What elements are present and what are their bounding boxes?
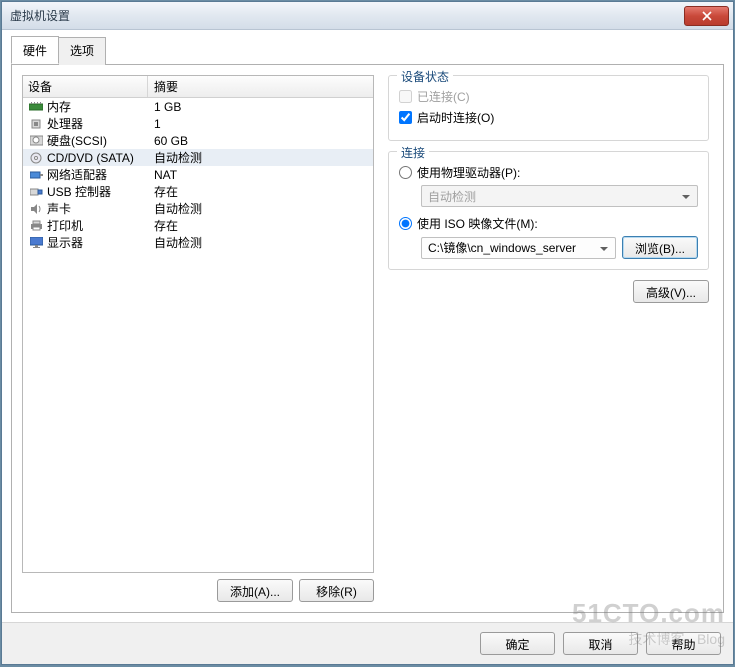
help-button[interactable]: 帮助: [646, 632, 721, 655]
col-device[interactable]: 设备: [23, 76, 148, 97]
hardware-panel: 设备 摘要 内存1 GB处理器1硬盘(SCSI)60 GBCD/DVD (SAT…: [11, 64, 724, 613]
hardware-row-cd[interactable]: CD/DVD (SATA)自动检测: [23, 149, 373, 166]
tab-hardware[interactable]: 硬件: [11, 36, 59, 64]
connect-on-start-row[interactable]: 启动时连接(O): [399, 109, 698, 126]
hardware-row-sound[interactable]: 声卡自动检测: [23, 200, 373, 217]
hardware-list-body: 内存1 GB处理器1硬盘(SCSI)60 GBCD/DVD (SATA)自动检测…: [23, 98, 373, 251]
iso-file-label: 使用 ISO 映像文件(M):: [417, 215, 538, 232]
device-status-group: 设备状态 已连接(C) 启动时连接(O): [388, 75, 709, 141]
hardware-row-name: 网络适配器: [47, 166, 148, 183]
connected-label: 已连接(C): [417, 88, 470, 105]
usb-icon: [28, 185, 44, 199]
hardware-row-printer[interactable]: 打印机存在: [23, 217, 373, 234]
tab-bar: 硬件 选项: [11, 36, 724, 65]
dialog-footer: 确定 取消 帮助: [2, 622, 733, 664]
hardware-row-display[interactable]: 显示器自动检测: [23, 234, 373, 251]
vm-settings-window: 虚拟机设置 硬件 选项 设备 摘要 内存1 GB处理器1硬盘(SCSI)60 G…: [1, 1, 734, 665]
hardware-row-value: 1 GB: [148, 100, 181, 114]
hardware-row-name: 声卡: [47, 200, 148, 217]
memory-icon: [28, 100, 44, 114]
sound-icon: [28, 202, 44, 216]
physical-drive-value: 自动检测: [428, 188, 476, 205]
hardware-list-header: 设备 摘要: [23, 76, 373, 98]
right-actions: 高级(V)...: [388, 280, 709, 303]
hardware-row-name: 显示器: [47, 234, 148, 251]
net-icon: [28, 168, 44, 182]
hardware-row-value: 自动检测: [148, 234, 202, 251]
iso-file-radio[interactable]: [399, 217, 412, 230]
close-icon: [702, 11, 712, 21]
physical-drive-radio[interactable]: [399, 166, 412, 179]
hardware-row-name: 处理器: [47, 115, 148, 132]
connect-on-start-label: 启动时连接(O): [417, 109, 494, 126]
hardware-row-name: CD/DVD (SATA): [47, 151, 148, 165]
connection-title: 连接: [397, 144, 429, 161]
iso-path-value: C:\镜像\cn_windows_server: [428, 239, 576, 256]
titlebar: 虚拟机设置: [2, 2, 733, 30]
hardware-right-column: 设备状态 已连接(C) 启动时连接(O) 连接 使用物理驱动器(P):: [384, 75, 713, 602]
hardware-row-value: 自动检测: [148, 200, 202, 217]
browse-button[interactable]: 浏览(B)...: [622, 236, 698, 259]
advanced-button[interactable]: 高级(V)...: [633, 280, 709, 303]
iso-path-combo[interactable]: C:\镜像\cn_windows_server: [421, 237, 616, 259]
cd-icon: [28, 151, 44, 165]
hardware-list: 设备 摘要 内存1 GB处理器1硬盘(SCSI)60 GBCD/DVD (SAT…: [22, 75, 374, 573]
connected-checkbox: [399, 90, 412, 103]
connection-group: 连接 使用物理驱动器(P): 自动检测 使用 ISO 映像文件(M):: [388, 151, 709, 270]
hardware-row-hdd[interactable]: 硬盘(SCSI)60 GB: [23, 132, 373, 149]
iso-file-row[interactable]: 使用 ISO 映像文件(M):: [399, 215, 698, 232]
hardware-row-value: 60 GB: [148, 134, 188, 148]
hardware-left-column: 设备 摘要 内存1 GB处理器1硬盘(SCSI)60 GBCD/DVD (SAT…: [22, 75, 374, 602]
hardware-row-name: 硬盘(SCSI): [47, 132, 148, 149]
display-icon: [28, 236, 44, 250]
hardware-row-name: 内存: [47, 98, 148, 115]
printer-icon: [28, 219, 44, 233]
connect-on-start-checkbox[interactable]: [399, 111, 412, 124]
physical-drive-combo: 自动检测: [421, 185, 698, 207]
remove-button[interactable]: 移除(R): [299, 579, 374, 602]
hardware-row-name: 打印机: [47, 217, 148, 234]
hardware-row-value: 存在: [148, 183, 178, 200]
hardware-row-value: 存在: [148, 217, 178, 234]
device-status-title: 设备状态: [397, 68, 453, 85]
ok-button[interactable]: 确定: [480, 632, 555, 655]
physical-drive-label: 使用物理驱动器(P):: [417, 164, 520, 181]
hardware-actions: 添加(A)... 移除(R): [22, 579, 374, 602]
add-button[interactable]: 添加(A)...: [217, 579, 293, 602]
hardware-row-name: USB 控制器: [47, 183, 148, 200]
col-summary[interactable]: 摘要: [148, 78, 373, 95]
iso-file-controls: C:\镜像\cn_windows_server 浏览(B)...: [421, 236, 698, 259]
hardware-row-cpu[interactable]: 处理器1: [23, 115, 373, 132]
hardware-row-value: 1: [148, 117, 161, 131]
content-area: 硬件 选项 设备 摘要 内存1 GB处理器1硬盘(SCSI)60 GBCD/DV…: [2, 30, 733, 622]
hardware-row-usb[interactable]: USB 控制器存在: [23, 183, 373, 200]
hardware-row-net[interactable]: 网络适配器NAT: [23, 166, 373, 183]
close-button[interactable]: [684, 6, 729, 26]
hdd-icon: [28, 134, 44, 148]
cancel-button[interactable]: 取消: [563, 632, 638, 655]
hardware-row-value: NAT: [148, 168, 177, 182]
physical-drive-row[interactable]: 使用物理驱动器(P):: [399, 164, 698, 181]
tab-options[interactable]: 选项: [58, 37, 106, 65]
window-title: 虚拟机设置: [10, 7, 684, 24]
hardware-row-value: 自动检测: [148, 149, 202, 166]
physical-drive-controls: 自动检测: [421, 185, 698, 207]
cpu-icon: [28, 117, 44, 131]
connected-checkbox-row: 已连接(C): [399, 88, 698, 105]
hardware-row-memory[interactable]: 内存1 GB: [23, 98, 373, 115]
